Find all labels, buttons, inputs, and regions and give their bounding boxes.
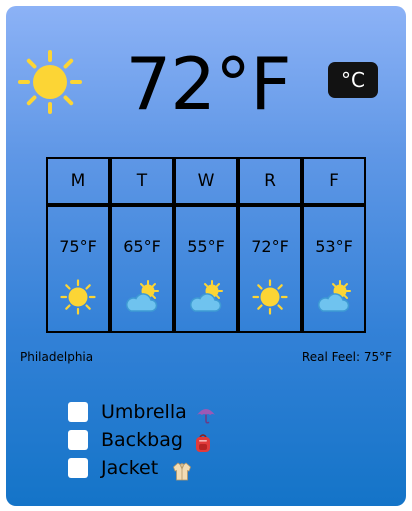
backbag-checkbox[interactable] [68,430,88,450]
backpack-icon [194,433,212,457]
partly-cloudy-icon [126,280,159,312]
jacket-icon [172,461,192,485]
forecast-day-temp: 53°F [315,237,353,256]
forecast-day-body: 53°F [302,205,366,333]
checklist-item-label: Umbrella [101,401,187,423]
checklist-item: Umbrella [68,400,268,428]
unit-toggle-button[interactable]: °C [328,62,378,98]
forecast-day-body: 72°F [238,205,302,333]
forecast-day-label: F [302,157,366,205]
forecast-day-temp: 75°F [59,237,97,256]
forecast-day: F 53°F [302,157,366,333]
forecast-grid: M 75°F T 65°F W 55°F R 72°F F 53°F [46,157,366,333]
current-temperature: 72°F [125,42,291,126]
forecast-day: T 65°F [110,157,174,333]
partly-cloudy-icon [318,280,351,312]
forecast-day-body: 65°F [110,205,174,333]
forecast-day-label: T [110,157,174,205]
location-label: Philadelphia [20,350,94,364]
forecast-day-label: R [238,157,302,205]
sun-icon [60,279,96,315]
sun-icon [18,50,82,114]
forecast-day-body: 75°F [46,205,110,333]
forecast-day: W 55°F [174,157,238,333]
forecast-day: M 75°F [46,157,110,333]
weather-card: 72°F °C M 75°F T 65°F W 55°F R 72°F F 53… [6,6,406,506]
checklist-item: Backbag [68,428,268,456]
partly-cloudy-icon [190,280,223,312]
sun-icon [252,279,288,315]
umbrella-checkbox[interactable] [68,402,88,422]
forecast-day-temp: 65°F [123,237,161,256]
forecast-day-temp: 72°F [251,237,289,256]
jacket-checkbox[interactable] [68,458,88,478]
real-feel-label: Real Feel: [301,350,360,364]
forecast-day-label: M [46,157,110,205]
forecast-day-body: 55°F [174,205,238,333]
umbrella-icon [196,405,216,429]
forecast-day-temp: 55°F [187,237,225,256]
forecast-day-label: W [174,157,238,205]
checklist-item-label: Backbag [101,429,183,451]
forecast-day: R 72°F [238,157,302,333]
packing-checklist: Umbrella Backbag Jacket [68,400,268,484]
checklist-item: Jacket [68,456,268,484]
checklist-item-label: Jacket [101,457,159,479]
real-feel-value: 75°F [363,350,392,364]
real-feel: Real Feel: 75°F [302,350,392,364]
